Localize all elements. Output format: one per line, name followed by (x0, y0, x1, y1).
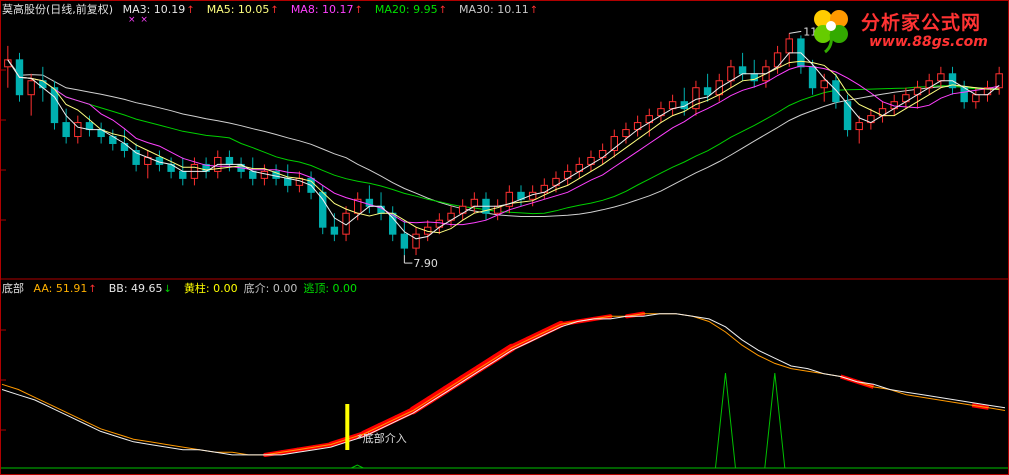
ma3-path (7, 52, 1000, 240)
ma20-path (7, 59, 1000, 215)
upper-indicator-list: MA3: 10.19↑ MA5: 10.05↑ MA8: 10.17↑ MA20: 9… (123, 3, 551, 16)
aa-path (1, 313, 1006, 456)
lower-panel-2: 黄柱: 0.00 (183, 282, 238, 295)
ma3-line (7, 52, 1000, 240)
arrow-down-icon: ↓ (163, 284, 172, 295)
candle-body (820, 80, 828, 89)
candle-body (50, 87, 59, 124)
top-escape-spike-1 (764, 372, 786, 469)
ma30-path (7, 59, 1000, 217)
arrow-up-icon: ↑ (529, 5, 539, 16)
candle-body (179, 170, 187, 179)
candle-body (960, 87, 968, 103)
candle-body (808, 66, 817, 89)
lower-panel-title: 底部 (2, 282, 24, 295)
ma8-path (7, 59, 1000, 226)
candle-body (738, 66, 747, 75)
bb-line (1, 313, 1006, 456)
aa-line (1, 313, 1006, 456)
lower-panel-header: 底部 AA: 51.91↑ BB: 49.65↓ 黄柱: 0.00 底介: 0.00 逃… (2, 281, 369, 297)
candle-body (120, 143, 129, 151)
candle-body (937, 73, 945, 82)
candle-body (972, 94, 980, 103)
high-pointer (789, 30, 802, 34)
arrow-up-icon: ↑ (438, 5, 448, 16)
candle-body (284, 177, 292, 186)
candle-body (330, 226, 339, 235)
arrow-up-icon: ↑ (270, 5, 279, 16)
upper-panel-2: MA8: 10.17↑ (290, 3, 363, 16)
arrow-up-icon: ↑ (88, 284, 97, 295)
bottom-entry-label: *底部介入 (357, 431, 407, 445)
watermark: 分析家公式网 www.88gs.com (803, 4, 1003, 54)
arrow-up-icon: ↑ (186, 5, 195, 16)
candle-body (62, 122, 70, 138)
candle-body (622, 129, 630, 138)
candle-body (249, 170, 257, 179)
candle-body (85, 122, 94, 131)
bb-path (1, 313, 1006, 456)
lower-panel-4: 逃顶: 0.00 (303, 282, 358, 295)
stock-chart: 11.087.90 *底部介入 (0, 0, 1009, 475)
candle-body (855, 122, 863, 131)
ma5-path (7, 59, 1000, 234)
candle-body (470, 198, 479, 207)
candle-body (832, 80, 840, 103)
lower-indicator-list: AA: 51.91↑ BB: 49.65↓ 黄柱: 0.00 底介: 0.00 逃顶: … (34, 282, 364, 295)
candle-body (785, 38, 793, 54)
candle-body (668, 101, 677, 110)
upper-panel-1: MA5: 10.05↑ (206, 3, 279, 16)
ma30-line (7, 59, 1000, 217)
lower-panel-0: AA: 51.91↑ (33, 282, 97, 295)
clover-logo-icon (814, 10, 848, 54)
panel-frame (0, 0, 1009, 475)
ma5-line (7, 59, 1000, 234)
watermark-title: 分析家公式网 (861, 12, 982, 34)
candle-body (319, 191, 327, 228)
low-price-label: 7.90 (413, 257, 438, 270)
candle-body (412, 233, 420, 249)
candle-body (727, 66, 735, 82)
top-escape-spike-0 (714, 372, 736, 469)
price-extreme-labels: 11.087.90 (403, 25, 835, 270)
ma20-line (7, 59, 1000, 215)
ma8-line (7, 59, 1000, 226)
signal-marks: *底部介入 (0, 372, 1009, 469)
candle-body (598, 149, 607, 158)
candle-body (260, 170, 269, 179)
candle-body (27, 80, 35, 96)
lower-panel-1: BB: 49.65↓ (108, 282, 172, 295)
ma-markers: × × (128, 15, 149, 25)
watermark-url: www.88gs.com (869, 34, 988, 50)
arrow-up-icon: ↑ (354, 5, 363, 16)
upper-panel-header: 莫高股份(日线,前复权) MA3: 10.19↑ MA5: 10.05↑ MA8: … (2, 2, 556, 18)
upper-panel-3: MA20: 9.95↑ (374, 3, 448, 16)
upper-panel-4: MA30: 10.11↑ (459, 3, 539, 16)
lower-panel-3: 底介: 0.00 (243, 282, 298, 295)
candle-body (703, 87, 712, 96)
candle-body (225, 156, 234, 165)
upper-panel-title: 莫高股份(日线,前复权) (2, 3, 114, 16)
candle-body (400, 233, 409, 249)
chart-border (0, 0, 1009, 475)
